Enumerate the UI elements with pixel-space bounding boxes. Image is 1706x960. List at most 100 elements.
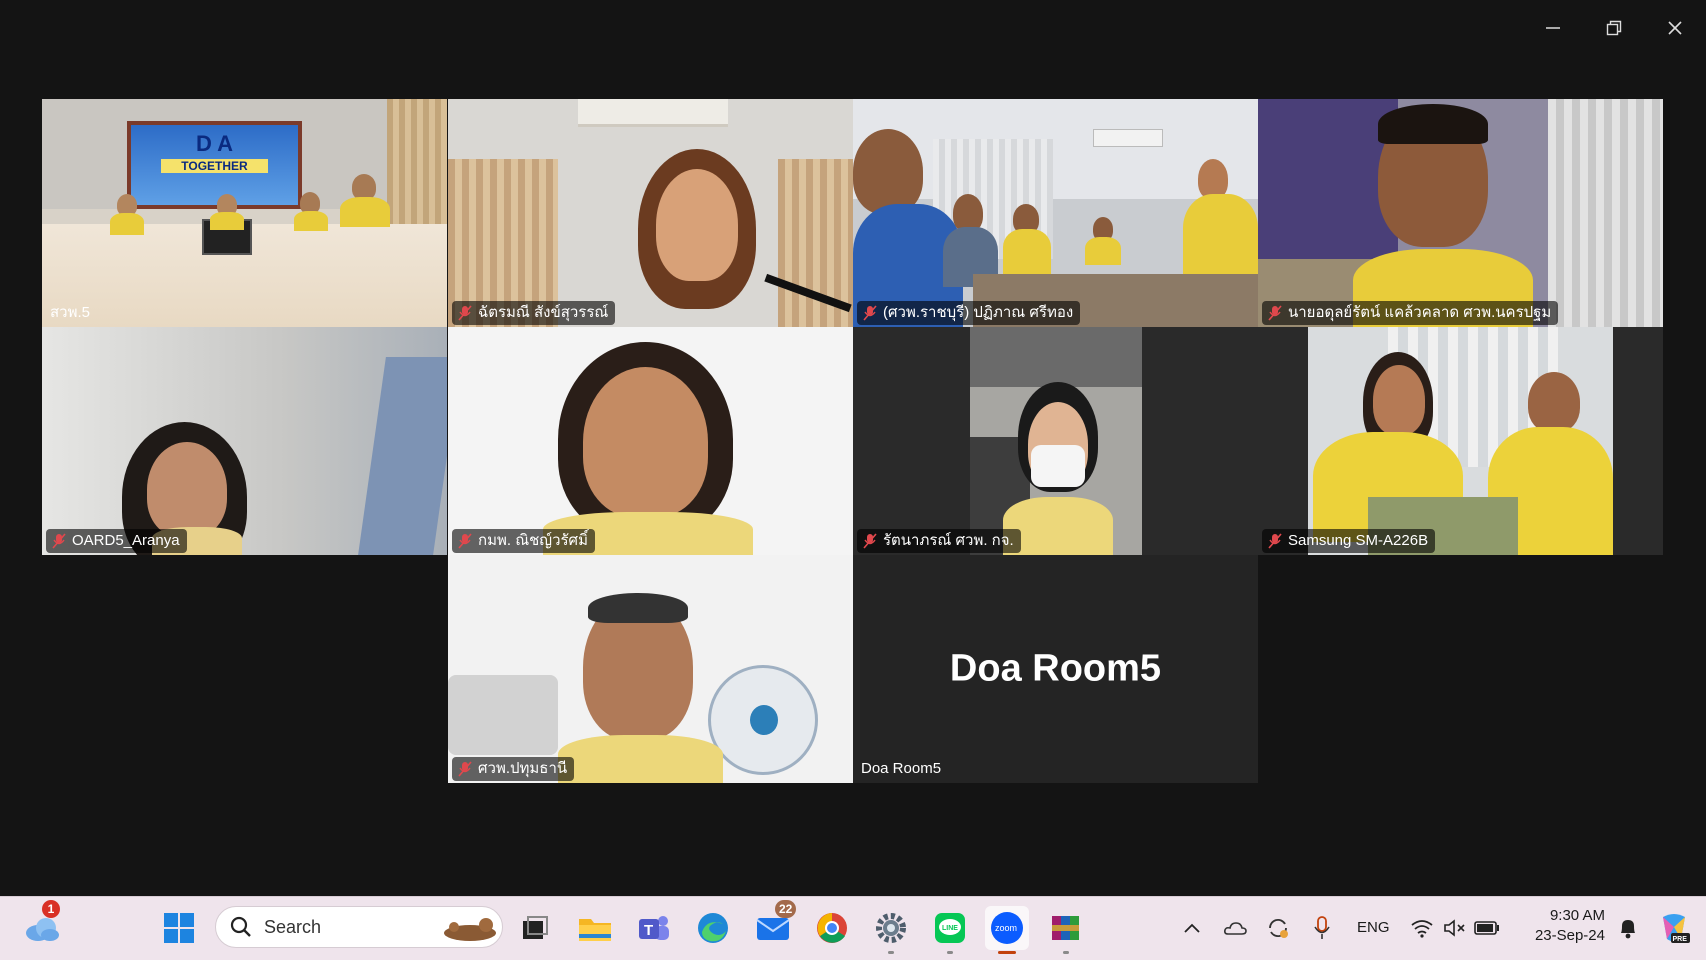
- video-tile[interactable]: กมพ. ณิชญ์วรัศมิ์: [448, 327, 853, 555]
- archive-books-icon: [1052, 916, 1079, 940]
- wifi-icon: [1411, 920, 1433, 938]
- volume-muted-icon: [1444, 919, 1465, 937]
- camera-feed: [853, 327, 1258, 555]
- start-button[interactable]: [157, 906, 201, 950]
- chevron-up-icon: [1184, 923, 1200, 933]
- gear-icon: [876, 913, 906, 943]
- sync-icon: [1269, 918, 1288, 938]
- mic-muted-icon: [1268, 305, 1282, 321]
- folder-icon: [579, 919, 611, 941]
- microphone-icon: [1314, 916, 1330, 939]
- line-app-button[interactable]: LINE: [928, 906, 972, 954]
- camera-feed: [1258, 327, 1663, 555]
- close-icon: [1668, 21, 1682, 35]
- video-tile[interactable]: รัตนาภรณ์ ศวพ. กจ.: [853, 327, 1258, 555]
- sync-button[interactable]: [1258, 906, 1298, 950]
- copilot-tag: PRE: [1673, 936, 1688, 943]
- battery-icon: [1474, 921, 1499, 935]
- participant-name: (ศวพ.ราชบุรี) ปฏิภาณ ศรีทอง: [883, 304, 1074, 321]
- line-app-icon: LINE: [935, 913, 965, 943]
- participant-label: Doa Room5: [857, 757, 948, 781]
- participant-label: นายอดุลย์รัตน์ แคล้วคลาด ศวพ.นครปฐม: [1262, 301, 1559, 325]
- participant-display-name: Doa Room5: [949, 647, 1162, 690]
- microphone-button[interactable]: [1302, 906, 1342, 950]
- mail-icon: [756, 918, 790, 940]
- minimize-button[interactable]: [1525, 8, 1581, 48]
- chrome-icon: [817, 913, 847, 943]
- video-tile[interactable]: ฉัตรมณี สังข์สุวรรณ์: [448, 99, 853, 327]
- participant-label: สวพ.5: [46, 301, 97, 325]
- edge-browser-button[interactable]: [691, 906, 735, 950]
- settings-button[interactable]: [869, 906, 913, 954]
- teams-icon: T: [639, 916, 669, 940]
- participant-label: Samsung SM-A226B: [1262, 529, 1436, 553]
- show-hidden-icons-button[interactable]: [1172, 906, 1212, 950]
- mail-unread-badge: 22: [775, 900, 797, 918]
- weather-widget[interactable]: 1: [20, 900, 64, 950]
- participant-label: ฉัตรมณี สังข์สุวรรณ์: [452, 301, 616, 325]
- participant-name: นายอดุลย์รัตน์ แคล้วคลาด ศวพ.นครปฐม: [1288, 304, 1552, 321]
- participant-label: กมพ. ณิชญ์วรัศมิ์: [452, 529, 595, 553]
- clock-time: 9:30 AM: [1549, 907, 1605, 924]
- close-button[interactable]: [1647, 8, 1703, 48]
- task-view-icon: [523, 916, 548, 939]
- bell-icon: [1621, 920, 1635, 939]
- battery-button[interactable]: [1467, 906, 1507, 950]
- notifications-button[interactable]: [1608, 906, 1648, 950]
- camera-feed: [448, 99, 853, 327]
- video-tile[interactable]: D A TOGETHER สวพ.5: [42, 99, 447, 327]
- clock[interactable]: 9:30 AM 23-Sep-24: [1515, 906, 1605, 950]
- participant-name: รัตนาภรณ์ ศวพ. กจ.: [883, 532, 1014, 549]
- taskbar-search[interactable]: Search: [215, 906, 503, 948]
- video-tile[interactable]: นายอดุลย์รัตน์ แคล้วคลาด ศวพ.นครปฐม: [1258, 99, 1663, 327]
- svg-text:T: T: [644, 922, 653, 939]
- mic-muted-icon: [1268, 533, 1282, 549]
- restore-button[interactable]: [1586, 8, 1642, 48]
- clock-date: 23-Sep-24: [1534, 927, 1605, 944]
- participant-name: ศวพ.ปทุมธานี: [478, 760, 568, 777]
- participant-name: OARD5_Aranya: [72, 532, 180, 549]
- chrome-button[interactable]: [810, 906, 854, 950]
- mic-muted-icon: [863, 305, 877, 321]
- search-placeholder: Search: [264, 916, 322, 937]
- participant-name: สวพ.5: [50, 304, 90, 321]
- zoom-button[interactable]: zoom: [985, 906, 1029, 954]
- task-view-button[interactable]: [513, 906, 557, 950]
- copilot-button[interactable]: PRE: [1652, 906, 1696, 950]
- archive-app-button[interactable]: [1044, 906, 1088, 954]
- onedrive-cloud-icon: [1224, 922, 1247, 935]
- onedrive-button[interactable]: [1215, 906, 1255, 950]
- zoom-icon-text: zoom: [995, 923, 1017, 933]
- doa-poster: D A TOGETHER: [127, 121, 302, 209]
- mic-muted-icon: [52, 533, 66, 549]
- participant-name: ฉัตรมณี สังข์สุวรรณ์: [478, 304, 609, 321]
- video-tile[interactable]: ศวพ.ปทุมธานี: [448, 555, 853, 783]
- input-language[interactable]: ENG: [1357, 919, 1390, 936]
- copilot-icon: PRE: [1663, 914, 1690, 943]
- search-icon: [230, 916, 251, 937]
- participant-name: Doa Room5: [861, 760, 942, 777]
- participant-label: ศวพ.ปทุมธานี: [452, 757, 575, 781]
- video-tile[interactable]: Samsung SM-A226B: [1258, 327, 1663, 555]
- participant-name: Samsung SM-A226B: [1288, 532, 1429, 549]
- participant-label: รัตนาภรณ์ ศวพ. กจ.: [857, 529, 1021, 553]
- participant-name: กมพ. ณิชญ์วรัศมิ์: [478, 532, 588, 549]
- teams-button[interactable]: T: [632, 906, 676, 950]
- video-tile-camera-off[interactable]: Doa Room5 Doa Room5: [853, 555, 1258, 783]
- notification-badge: 1: [42, 900, 60, 918]
- restore-icon: [1606, 20, 1622, 36]
- video-tile[interactable]: OARD5_Aranya: [42, 327, 447, 555]
- mic-muted-icon: [458, 761, 472, 777]
- file-explorer-button[interactable]: [573, 906, 617, 950]
- participant-label: OARD5_Aranya: [46, 529, 187, 553]
- camera-feed: [853, 99, 1258, 327]
- cloud-icon: [26, 918, 59, 941]
- line-icon-text: LINE: [942, 925, 958, 932]
- otter-illustration-icon: [444, 918, 496, 941]
- camera-feed: [448, 555, 853, 783]
- mail-button[interactable]: 22: [751, 900, 797, 950]
- participant-label: (ศวพ.ราชบุรี) ปฏิภาณ ศรีทอง: [857, 301, 1081, 325]
- camera-feed: [42, 327, 447, 555]
- mic-muted-icon: [458, 305, 472, 321]
- video-tile[interactable]: (ศวพ.ราชบุรี) ปฏิภาณ ศรีทอง: [853, 99, 1258, 327]
